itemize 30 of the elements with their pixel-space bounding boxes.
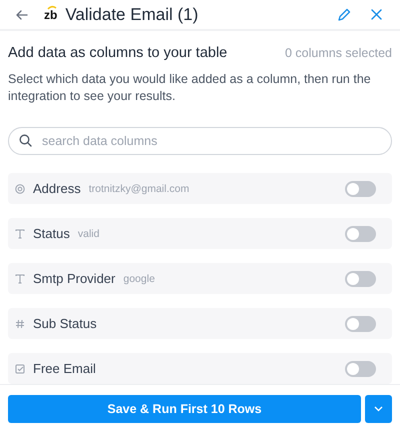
toggle-switch[interactable] <box>345 180 376 196</box>
hash-icon <box>15 318 25 328</box>
column-name: Status <box>33 226 70 241</box>
edit-pencil-icon[interactable] <box>337 8 351 22</box>
toggle-switch[interactable] <box>345 316 376 332</box>
window-title: Validate Email (1) <box>65 4 198 24</box>
column-name: Sub Status <box>33 316 97 331</box>
section-title: Add data as columns to your table <box>8 45 228 61</box>
checkbox-type-icon <box>15 364 25 374</box>
sample-value: google <box>123 272 155 284</box>
toggle-switch[interactable] <box>345 360 376 376</box>
search-icon <box>19 134 32 147</box>
search-field[interactable]: search data columns <box>8 127 392 155</box>
description: Select which data you would like added as a column, then run the integration to see your results. <box>8 71 372 105</box>
close-icon[interactable] <box>371 9 382 20</box>
text-type-icon <box>15 274 25 284</box>
text-type-icon <box>15 228 25 238</box>
toggle-switch[interactable] <box>345 270 376 286</box>
toggle-switch[interactable] <box>345 226 376 242</box>
save-run-button[interactable]: Save & Run First 10 Rows <box>8 395 361 423</box>
sample-value: trotnitzky@gmail.com <box>88 182 190 194</box>
selected-count: 0 columns selected <box>284 46 392 60</box>
column-name: Smtp Provider <box>33 271 116 286</box>
dropdown-button[interactable] <box>365 395 392 423</box>
column-name: Address <box>33 181 81 196</box>
back-arrow-icon[interactable] <box>16 10 28 20</box>
chevron-down-icon <box>374 406 383 412</box>
logo: zb <box>44 8 58 20</box>
sample-value: valid <box>78 228 100 240</box>
column-name: Free Email <box>33 361 96 376</box>
